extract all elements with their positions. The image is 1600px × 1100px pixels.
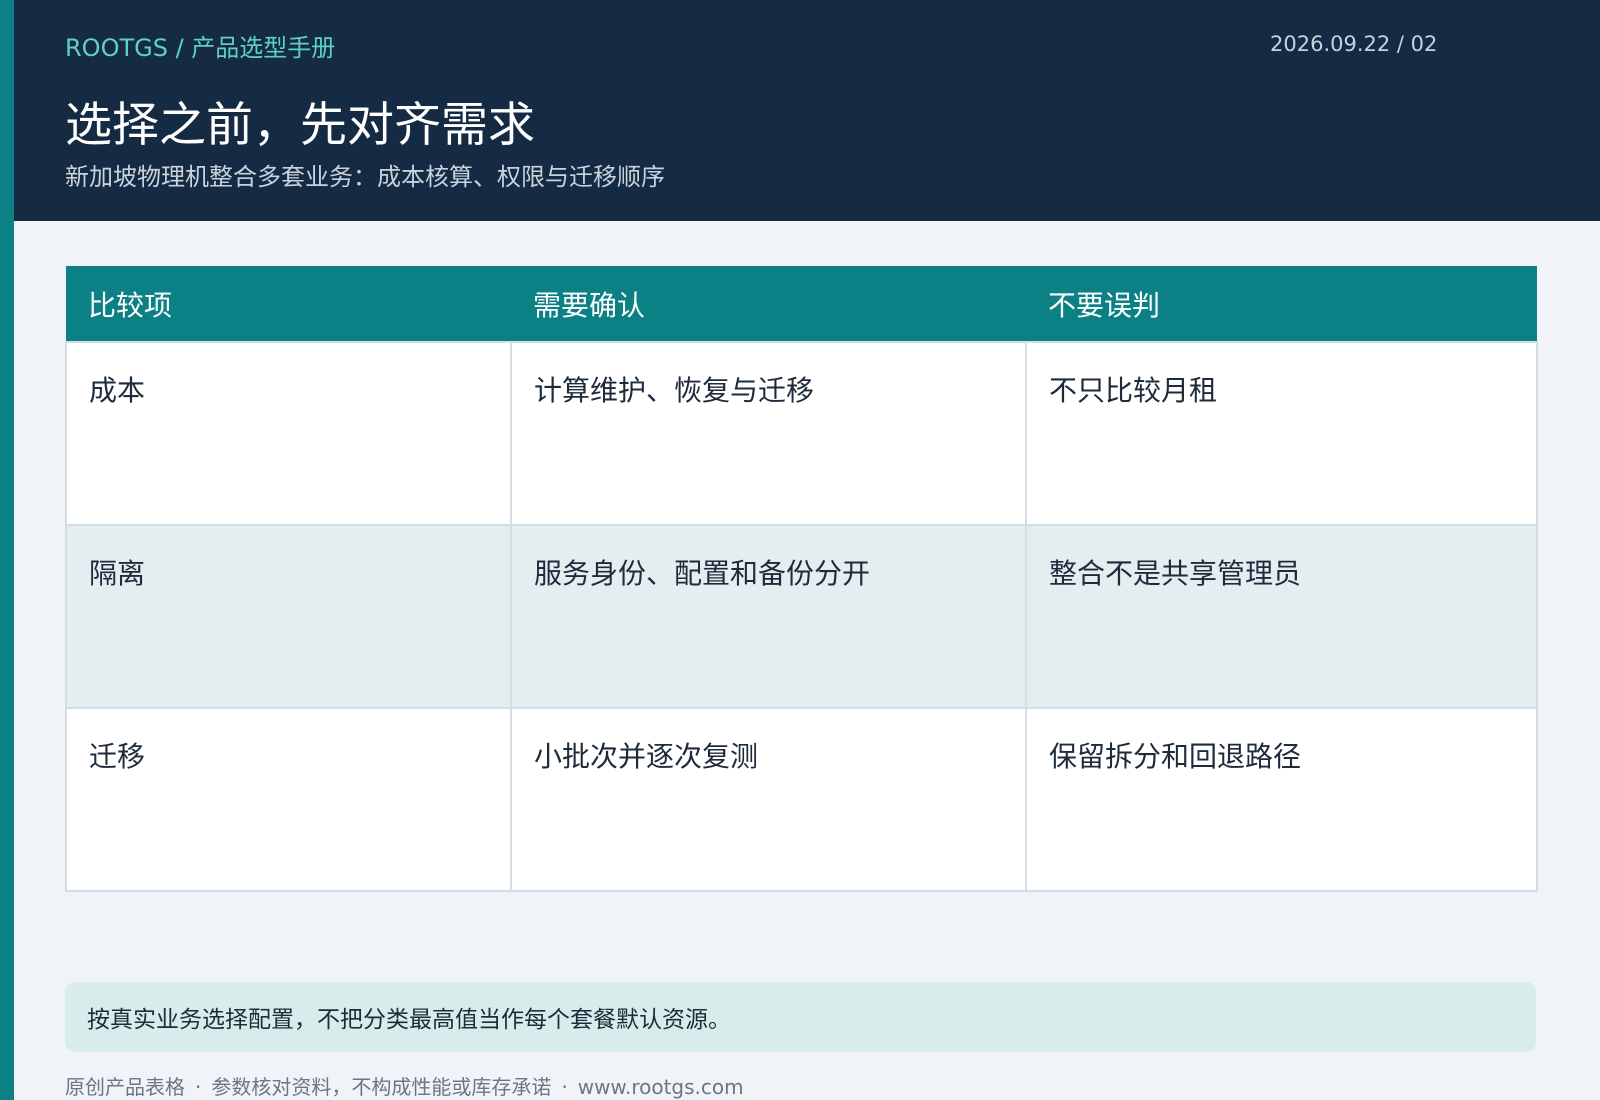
page-header: ROOTGS / 产品选型手册 2026.09.22 / 02 选择之前，先对齐… bbox=[14, 0, 1600, 221]
column-header-misjudge: 不要误判 bbox=[1026, 266, 1537, 342]
table-cell: 小批次并逐次复测 bbox=[510, 707, 1027, 892]
page-subtitle: 新加坡物理机整合多套业务：成本核算、权限与迁移顺序 bbox=[65, 163, 665, 191]
table-cell: 整合不是共享管理员 bbox=[1025, 524, 1538, 709]
note-text: 按真实业务选择配置，不把分类最高值当作每个套餐默认资源。 bbox=[87, 1007, 731, 1033]
table-cell: 保留拆分和回退路径 bbox=[1025, 707, 1538, 892]
table-cell: 计算维护、恢复与迁移 bbox=[510, 341, 1027, 526]
table-row: 成本 计算维护、恢复与迁移 不只比较月租 bbox=[65, 341, 1538, 526]
footer-disclaimer: 参数核对资料，不构成性能或库存承诺 bbox=[211, 1075, 552, 1099]
column-header-confirm: 需要确认 bbox=[511, 266, 1026, 342]
note-box: 按真实业务选择配置，不把分类最高值当作每个套餐默认资源。 bbox=[65, 982, 1536, 1052]
footer-separator: · bbox=[561, 1075, 568, 1099]
page-title: 选择之前，先对齐需求 bbox=[65, 98, 535, 153]
table-row: 迁移 小批次并逐次复测 保留拆分和回退路径 bbox=[65, 707, 1538, 892]
footer-label: 原创产品表格 bbox=[65, 1075, 185, 1099]
table-cell: 迁移 bbox=[65, 707, 512, 892]
comparison-table: 比较项 需要确认 不要误判 成本 计算维护、恢复与迁移 不只比较月租 隔离 服务… bbox=[65, 266, 1538, 892]
column-header-item: 比较项 bbox=[66, 266, 511, 342]
footer: 原创产品表格 · 参数核对资料，不构成性能或库存承诺 · www.rootgs.com bbox=[65, 1071, 744, 1100]
breadcrumb: ROOTGS / 产品选型手册 bbox=[65, 34, 336, 62]
table-cell: 不只比较月租 bbox=[1025, 341, 1538, 526]
table-cell: 服务身份、配置和备份分开 bbox=[510, 524, 1027, 709]
footer-website-link[interactable]: www.rootgs.com bbox=[578, 1075, 744, 1099]
table-cell: 隔离 bbox=[65, 524, 512, 709]
footer-separator: · bbox=[195, 1075, 202, 1099]
page-date-number: 2026.09.22 / 02 bbox=[1270, 32, 1438, 56]
table-cell: 成本 bbox=[65, 341, 512, 526]
table-row: 隔离 服务身份、配置和备份分开 整合不是共享管理员 bbox=[65, 524, 1538, 709]
table-header-row: 比较项 需要确认 不要误判 bbox=[66, 266, 1537, 342]
accent-bar bbox=[0, 0, 14, 1100]
